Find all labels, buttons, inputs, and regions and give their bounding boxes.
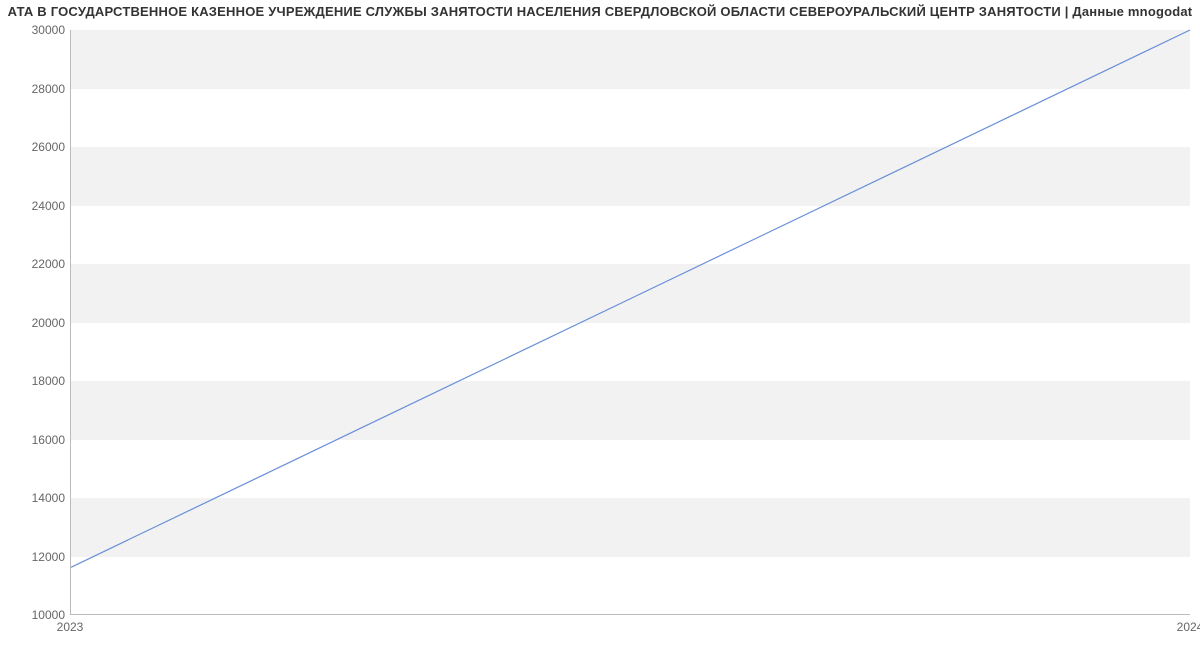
y-tick-label: 26000 xyxy=(5,140,65,154)
plot-area xyxy=(70,30,1190,615)
chart-title: АТА В ГОСУДАРСТВЕННОЕ КАЗЕННОЕ УЧРЕЖДЕНИ… xyxy=(0,4,1200,19)
y-tick-label: 20000 xyxy=(5,316,65,330)
y-tick-label: 18000 xyxy=(5,374,65,388)
x-tick-label: 2024 xyxy=(1177,620,1200,634)
y-tick-label: 30000 xyxy=(5,23,65,37)
y-tick-label: 12000 xyxy=(5,550,65,564)
y-tick-label: 16000 xyxy=(5,433,65,447)
y-tick-label: 28000 xyxy=(5,82,65,96)
series-line xyxy=(71,30,1190,567)
line-layer xyxy=(71,30,1190,614)
y-tick-label: 14000 xyxy=(5,491,65,505)
x-tick-label: 2023 xyxy=(57,620,84,634)
chart-container: АТА В ГОСУДАРСТВЕННОЕ КАЗЕННОЕ УЧРЕЖДЕНИ… xyxy=(0,0,1200,650)
y-tick-label: 22000 xyxy=(5,257,65,271)
y-tick-label: 24000 xyxy=(5,199,65,213)
